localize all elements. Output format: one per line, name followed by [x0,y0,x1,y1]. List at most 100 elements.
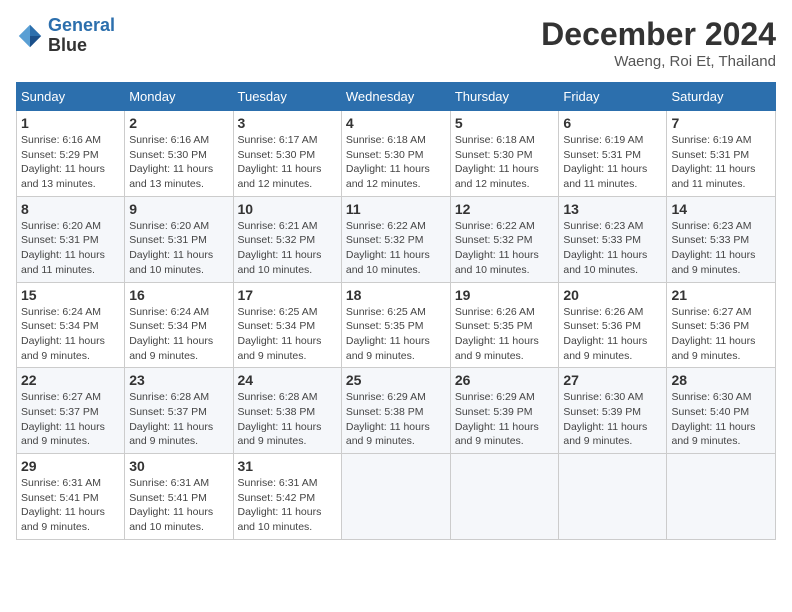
day-info: Sunrise: 6:24 AM Sunset: 5:34 PM Dayligh… [129,305,228,364]
day-number: 15 [21,287,120,303]
day-number: 22 [21,372,120,388]
day-number: 10 [238,201,337,217]
logo: General Blue [16,16,115,56]
calendar-week-row: 1Sunrise: 6:16 AM Sunset: 5:29 PM Daylig… [17,111,776,197]
day-info: Sunrise: 6:26 AM Sunset: 5:36 PM Dayligh… [563,305,662,364]
day-number: 25 [346,372,446,388]
month-title: December 2024 [541,16,776,53]
calendar-cell: 6 Sunrise: 6:19 AM Sunset: 5:31 PM Daylig… [559,111,667,197]
calendar-cell: 18 Sunrise: 6:25 AM Sunset: 5:35 PM Dayli… [341,282,450,368]
calendar-cell: 3Sunrise: 6:17 AM Sunset: 5:30 PM Daylig… [233,111,341,197]
day-number: 5 [455,115,555,131]
calendar-cell: 24 Sunrise: 6:28 AM Sunset: 5:38 PM Dayli… [233,368,341,454]
day-number: 31 [238,458,337,474]
calendar-cell: 30 Sunrise: 6:31 AM Sunset: 5:41 PM Dayli… [125,454,233,540]
day-info: Sunrise: 6:23 AM Sunset: 5:33 PM Dayligh… [671,219,771,278]
day-info: Sunrise: 6:22 AM Sunset: 5:32 PM Dayligh… [346,219,446,278]
day-info: Sunrise: 6:30 AM Sunset: 5:39 PM Dayligh… [563,390,662,449]
day-header-monday: Monday [125,83,233,111]
calendar-header-row: SundayMondayTuesdayWednesdayThursdayFrid… [17,83,776,111]
day-info: Sunrise: 6:27 AM Sunset: 5:37 PM Dayligh… [21,390,120,449]
day-info: Sunrise: 6:28 AM Sunset: 5:38 PM Dayligh… [238,390,337,449]
day-header-wednesday: Wednesday [341,83,450,111]
day-number: 8 [21,201,120,217]
calendar-cell: 27Sunrise: 6:30 AM Sunset: 5:39 PM Dayli… [559,368,667,454]
calendar-cell: 21 Sunrise: 6:27 AM Sunset: 5:36 PM Dayli… [667,282,776,368]
day-number: 28 [671,372,771,388]
calendar-cell [559,454,667,540]
day-number: 14 [671,201,771,217]
day-info: Sunrise: 6:29 AM Sunset: 5:39 PM Dayligh… [455,390,555,449]
day-info: Sunrise: 6:24 AM Sunset: 5:34 PM Dayligh… [21,305,120,364]
day-header-tuesday: Tuesday [233,83,341,111]
calendar-cell: 7Sunrise: 6:19 AM Sunset: 5:31 PM Daylig… [667,111,776,197]
calendar-cell: 4Sunrise: 6:18 AM Sunset: 5:30 PM Daylig… [341,111,450,197]
day-info: Sunrise: 6:16 AM Sunset: 5:29 PM Dayligh… [21,133,120,192]
day-header-saturday: Saturday [667,83,776,111]
day-info: Sunrise: 6:19 AM Sunset: 5:31 PM Dayligh… [563,133,662,192]
day-number: 26 [455,372,555,388]
day-number: 3 [238,115,337,131]
day-info: Sunrise: 6:26 AM Sunset: 5:35 PM Dayligh… [455,305,555,364]
logo-icon [16,22,44,50]
day-info: Sunrise: 6:16 AM Sunset: 5:30 PM Dayligh… [129,133,228,192]
day-info: Sunrise: 6:31 AM Sunset: 5:42 PM Dayligh… [238,476,337,535]
page-header: General Blue December 2024 Waeng, Roi Et… [16,16,776,70]
day-number: 30 [129,458,228,474]
day-number: 4 [346,115,446,131]
day-number: 11 [346,201,446,217]
calendar-cell: 22 Sunrise: 6:27 AM Sunset: 5:37 PM Dayli… [17,368,125,454]
calendar-week-row: 29 Sunrise: 6:31 AM Sunset: 5:41 PM Dayli… [17,454,776,540]
calendar-cell: 5 Sunrise: 6:18 AM Sunset: 5:30 PM Daylig… [450,111,559,197]
calendar-cell [341,454,450,540]
day-number: 6 [563,115,662,131]
day-info: Sunrise: 6:20 AM Sunset: 5:31 PM Dayligh… [21,219,120,278]
calendar-cell: 8 Sunrise: 6:20 AM Sunset: 5:31 PM Daylig… [17,196,125,282]
day-info: Sunrise: 6:29 AM Sunset: 5:38 PM Dayligh… [346,390,446,449]
day-info: Sunrise: 6:23 AM Sunset: 5:33 PM Dayligh… [563,219,662,278]
day-info: Sunrise: 6:30 AM Sunset: 5:40 PM Dayligh… [671,390,771,449]
calendar-week-row: 22 Sunrise: 6:27 AM Sunset: 5:37 PM Dayli… [17,368,776,454]
calendar-table: SundayMondayTuesdayWednesdayThursdayFrid… [16,82,776,540]
day-number: 17 [238,287,337,303]
day-number: 29 [21,458,120,474]
day-number: 20 [563,287,662,303]
calendar-cell: 16Sunrise: 6:24 AM Sunset: 5:34 PM Dayli… [125,282,233,368]
day-number: 7 [671,115,771,131]
day-number: 12 [455,201,555,217]
day-number: 21 [671,287,771,303]
calendar-cell: 10Sunrise: 6:21 AM Sunset: 5:32 PM Dayli… [233,196,341,282]
day-info: Sunrise: 6:28 AM Sunset: 5:37 PM Dayligh… [129,390,228,449]
day-header-sunday: Sunday [17,83,125,111]
calendar-cell: 12Sunrise: 6:22 AM Sunset: 5:32 PM Dayli… [450,196,559,282]
day-number: 2 [129,115,228,131]
title-section: December 2024 Waeng, Roi Et, Thailand [541,16,776,70]
calendar-cell: 29 Sunrise: 6:31 AM Sunset: 5:41 PM Dayli… [17,454,125,540]
day-header-thursday: Thursday [450,83,559,111]
day-number: 24 [238,372,337,388]
day-number: 13 [563,201,662,217]
day-info: Sunrise: 6:25 AM Sunset: 5:35 PM Dayligh… [346,305,446,364]
day-info: Sunrise: 6:27 AM Sunset: 5:36 PM Dayligh… [671,305,771,364]
calendar-cell: 9 Sunrise: 6:20 AM Sunset: 5:31 PM Daylig… [125,196,233,282]
location-subtitle: Waeng, Roi Et, Thailand [541,53,776,70]
calendar-cell: 17Sunrise: 6:25 AM Sunset: 5:34 PM Dayli… [233,282,341,368]
calendar-cell: 19 Sunrise: 6:26 AM Sunset: 5:35 PM Dayli… [450,282,559,368]
calendar-cell [667,454,776,540]
logo-text: General Blue [48,16,115,56]
day-number: 23 [129,372,228,388]
calendar-cell [450,454,559,540]
calendar-cell: 13 Sunrise: 6:23 AM Sunset: 5:33 PM Dayli… [559,196,667,282]
calendar-cell: 15 Sunrise: 6:24 AM Sunset: 5:34 PM Dayli… [17,282,125,368]
calendar-cell: 1Sunrise: 6:16 AM Sunset: 5:29 PM Daylig… [17,111,125,197]
day-info: Sunrise: 6:31 AM Sunset: 5:41 PM Dayligh… [21,476,120,535]
day-info: Sunrise: 6:31 AM Sunset: 5:41 PM Dayligh… [129,476,228,535]
calendar-cell: 31 Sunrise: 6:31 AM Sunset: 5:42 PM Dayli… [233,454,341,540]
calendar-cell: 14 Sunrise: 6:23 AM Sunset: 5:33 PM Dayli… [667,196,776,282]
day-info: Sunrise: 6:18 AM Sunset: 5:30 PM Dayligh… [455,133,555,192]
day-number: 19 [455,287,555,303]
day-number: 18 [346,287,446,303]
calendar-cell: 2 Sunrise: 6:16 AM Sunset: 5:30 PM Daylig… [125,111,233,197]
day-number: 9 [129,201,228,217]
day-info: Sunrise: 6:20 AM Sunset: 5:31 PM Dayligh… [129,219,228,278]
